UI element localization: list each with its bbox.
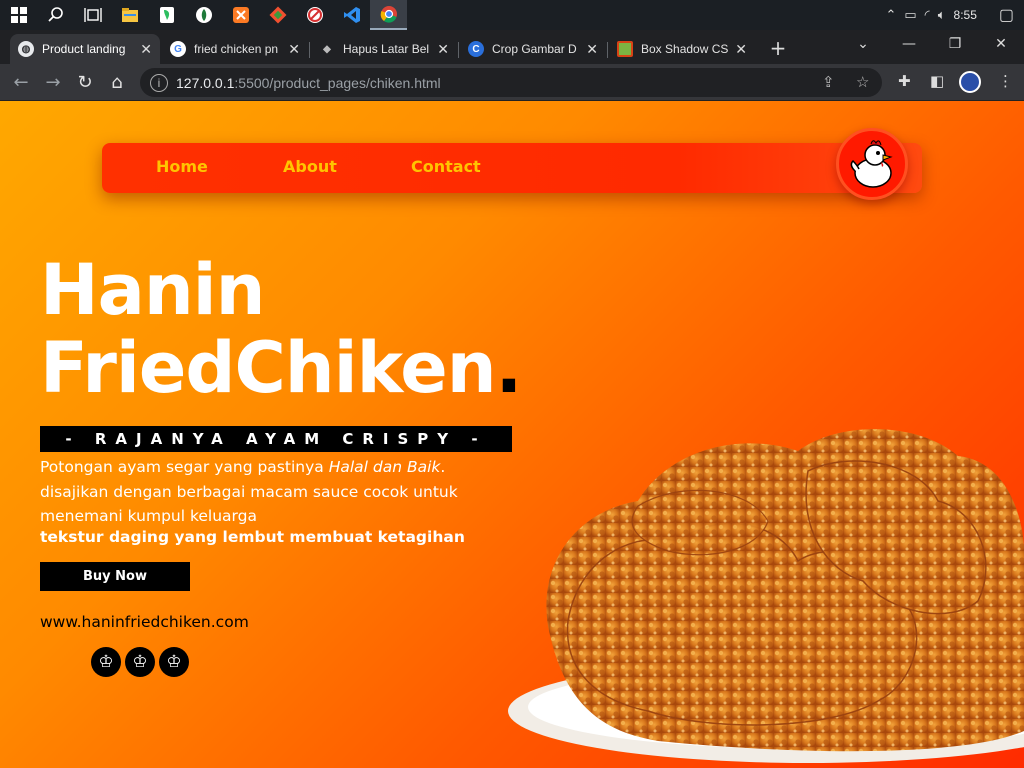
bookmark-star-icon[interactable]: ☆ [856, 73, 869, 91]
tab-box-shadow[interactable]: Box Shadow CS ✕ [609, 34, 755, 64]
back-arrow-icon[interactable]: ← [8, 70, 34, 96]
close-icon[interactable]: ✕ [437, 41, 449, 58]
app-icon[interactable] [185, 0, 222, 30]
reload-icon[interactable]: ↻ [72, 70, 98, 96]
url-host: 127.0.0.1 [176, 74, 235, 91]
task-view-icon[interactable] [74, 0, 111, 30]
close-icon[interactable]: ✕ [586, 41, 598, 58]
desc-text-1: Potongan ayam segar yang pastinya [40, 458, 329, 476]
search-icon[interactable] [37, 0, 74, 30]
hero-title-dot: . [495, 327, 523, 409]
nav-home-link[interactable]: Home [156, 157, 208, 176]
windows-taskbar: ⌃ ▭ ◜ 🔈︎ 8:55 ▢ [0, 0, 1024, 30]
tab-title: Box Shadow CS [641, 42, 729, 56]
close-icon[interactable]: ✕ [288, 41, 300, 58]
buy-now-button[interactable]: Buy Now [40, 562, 190, 591]
tab-fried-chicken[interactable]: G fried chicken pn ✕ [162, 34, 308, 64]
hero-title-line2: FriedChiken [40, 327, 497, 409]
minimize-button[interactable]: — [886, 30, 932, 60]
profile-avatar[interactable] [959, 71, 981, 93]
nav-about-link[interactable]: About [283, 157, 337, 176]
home-icon[interactable]: ⌂ [104, 70, 130, 96]
menu-kebab-icon[interactable]: ⋮ [998, 72, 1013, 90]
clock-time[interactable]: 8:55 [954, 8, 977, 22]
chicken-logo[interactable] [836, 128, 908, 200]
notification-icon[interactable]: ▢ [999, 5, 1014, 25]
site-navbar: Home About Contact [102, 143, 922, 193]
hero-description: Potongan ayam segar yang pastinya Halal … [40, 455, 510, 529]
file-explorer-icon[interactable] [111, 0, 148, 30]
volume-icon[interactable]: 🔈︎ [938, 7, 946, 23]
address-bar[interactable]: i 127.0.0.1:5500/product_pages/chiken.ht… [140, 68, 882, 97]
xampp-icon[interactable] [222, 0, 259, 30]
layers-icon: ◆ [323, 43, 331, 55]
hero-title-line1: Hanin [40, 249, 265, 331]
crown-icon[interactable]: ♔ [159, 647, 189, 677]
globe-icon: ◍ [18, 41, 34, 57]
desc-text-3: disajikan dengan berbagai macam sauce co… [40, 482, 458, 526]
chrome-icon[interactable] [370, 0, 407, 30]
windows-start-icon[interactable] [0, 0, 37, 30]
tagline-banner: - RAJANYA AYAM CRISPY - [40, 426, 512, 452]
url-path: :5500/product_pages/chiken.html [234, 74, 441, 91]
tab-product-landing[interactable]: ◍ Product landing ✕ [10, 34, 160, 64]
google-icon: G [170, 41, 186, 57]
info-icon[interactable]: i [150, 73, 168, 92]
chicken-mascot-icon [850, 140, 893, 188]
side-panel-icon[interactable]: ◧ [930, 72, 944, 90]
tab-crop-gambar[interactable]: C Crop Gambar D ✕ [460, 34, 606, 64]
close-icon[interactable]: ✕ [140, 41, 152, 58]
tab-separator [458, 42, 459, 58]
vscode-icon[interactable] [333, 0, 370, 30]
browser-toolbar: ← → ↻ ⌂ i 127.0.0.1:5500/product_pages/c… [0, 64, 1024, 101]
extensions-puzzle-icon[interactable]: ✚ [898, 72, 911, 90]
share-icon[interactable]: ⇪ [822, 73, 835, 91]
system-tray: ⌃ ▭ ◜ 🔈︎ 8:55 ▢ [885, 0, 1024, 30]
restore-button[interactable]: ❐ [932, 30, 978, 60]
chevron-up-icon[interactable]: ⌃ [885, 7, 896, 23]
tab-title: Crop Gambar D [492, 42, 577, 56]
close-window-button[interactable]: ✕ [978, 30, 1024, 60]
desc-text-2: . [440, 458, 446, 476]
crop-app-icon: C [468, 41, 484, 57]
desc-emphasis: Halal dan Baik [328, 458, 441, 476]
hero-title: Hanin FriedChiken. [40, 249, 523, 409]
social-icons: ♔ ♔ ♔ [91, 647, 189, 677]
wifi-icon[interactable]: ◜ [925, 7, 930, 23]
git-icon[interactable] [259, 0, 296, 30]
nav-contact-link[interactable]: Contact [411, 157, 481, 176]
tab-title: fried chicken pn [194, 42, 279, 56]
close-icon[interactable]: ✕ [735, 41, 747, 58]
evernote-icon[interactable] [148, 0, 185, 30]
tab-separator [309, 42, 310, 58]
box-shadow-icon [617, 41, 633, 57]
page-viewport: Home About Contact Hanin FriedChiken. - … [0, 101, 1024, 768]
browser-tab-strip: ◍ Product landing ✕ G fried chicken pn ✕… [0, 30, 1024, 64]
tab-separator [607, 42, 608, 58]
website-url: www.haninfriedchiken.com [40, 613, 249, 631]
fried-chicken-image [508, 429, 1024, 763]
tab-title: Product landing [42, 42, 126, 56]
tab-title: Hapus Latar Bel [343, 42, 430, 56]
desc-strong-text: tekstur daging yang lembut membuat ketag… [40, 528, 465, 546]
forward-arrow-icon[interactable]: → [40, 70, 66, 96]
tab-hapus-latar[interactable]: ◆ Hapus Latar Bel ✕ [311, 34, 457, 64]
tab-search-chevron-icon[interactable]: ⌄ [840, 30, 886, 60]
crown-icon[interactable]: ♔ [125, 647, 155, 677]
app-red-icon[interactable] [296, 0, 333, 30]
battery-icon[interactable]: ▭ [904, 7, 916, 23]
crown-icon[interactable]: ♔ [91, 647, 121, 677]
new-tab-button[interactable]: + [766, 36, 790, 60]
